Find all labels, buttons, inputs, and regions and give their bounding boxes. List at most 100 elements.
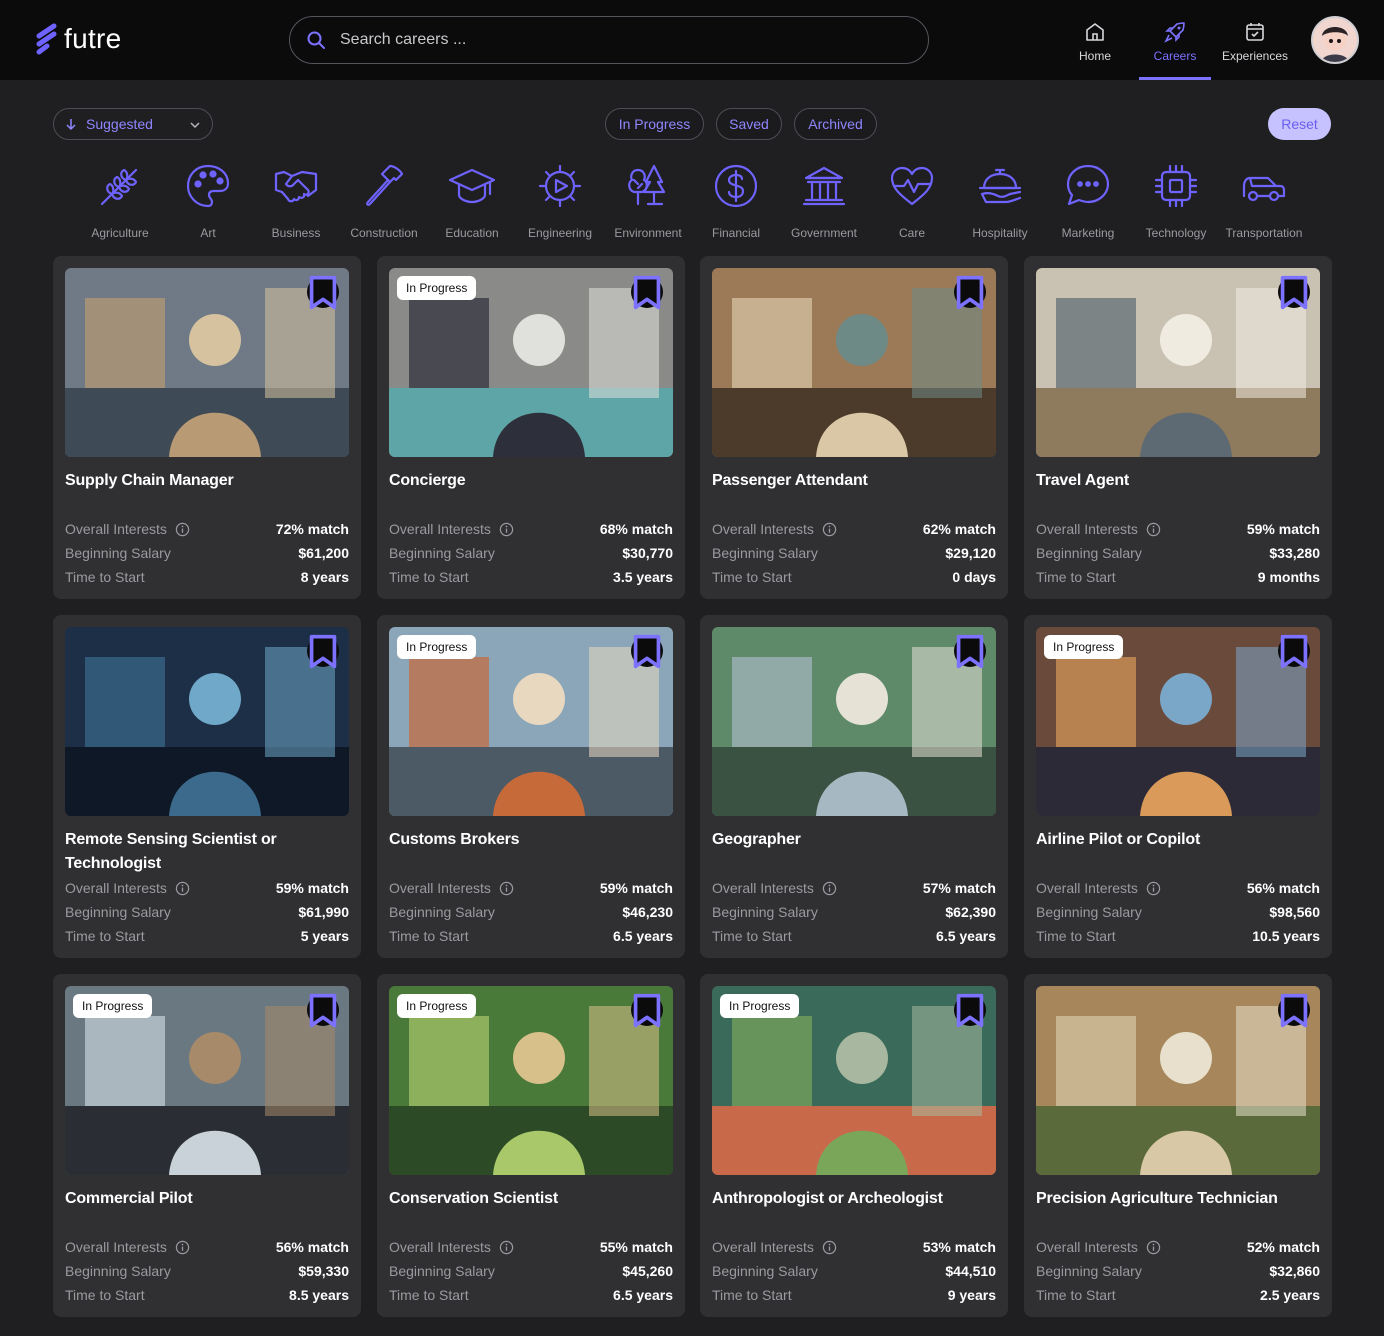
info-icon[interactable]: [175, 522, 190, 537]
info-icon[interactable]: [822, 1240, 837, 1255]
nav-experiences[interactable]: Experiences: [1219, 0, 1291, 80]
info-icon[interactable]: [822, 881, 837, 896]
time-value: 6.5 years: [613, 1287, 673, 1303]
category-financial[interactable]: Financial: [692, 162, 780, 246]
interest-label: Overall Interests: [65, 880, 167, 896]
salary-value: $46,230: [622, 904, 673, 920]
career-card[interactable]: In Progress Airline Pilot or Copilot Ove…: [1024, 615, 1332, 958]
career-card[interactable]: In Progress Commercial Pilot Overall Int…: [53, 974, 361, 1317]
career-card[interactable]: Precision Agriculture Technician Overall…: [1024, 974, 1332, 1317]
category-hospitality[interactable]: Hospitality: [956, 162, 1044, 246]
bookmark-button[interactable]: [307, 634, 339, 668]
time-label: Time to Start: [1036, 1287, 1116, 1303]
career-title: Travel Agent: [1036, 472, 1130, 489]
info-icon[interactable]: [1146, 522, 1161, 537]
bookmark-button[interactable]: [1278, 275, 1310, 309]
category-construction[interactable]: Construction: [340, 162, 428, 246]
nav-home[interactable]: Home: [1059, 0, 1131, 80]
category-engineering[interactable]: Engineering: [516, 162, 604, 246]
bookmark-icon: [1280, 634, 1308, 668]
salary-label: Beginning Salary: [1036, 1263, 1142, 1279]
info-icon[interactable]: [175, 1240, 190, 1255]
time-value: 8.5 years: [289, 1287, 349, 1303]
info-icon[interactable]: [499, 1240, 514, 1255]
time-to-start-row: Time to Start 9 months: [1036, 567, 1320, 587]
time-value: 9 months: [1257, 569, 1320, 585]
career-title: Airline Pilot or Copilot: [1036, 831, 1201, 848]
salary-value: $62,390: [945, 904, 996, 920]
career-title: Commercial Pilot: [65, 1190, 193, 1207]
career-title: Customs Brokers: [389, 831, 520, 848]
career-card[interactable]: In Progress Customs Brokers Overall Inte…: [377, 615, 685, 958]
interest-label: Overall Interests: [389, 880, 491, 896]
bookmark-button[interactable]: [954, 275, 986, 309]
category-business[interactable]: Business: [252, 162, 340, 246]
bookmark-button[interactable]: [954, 993, 986, 1027]
category-marketing[interactable]: Marketing: [1044, 162, 1132, 246]
career-card[interactable]: Geographer Overall Interests 57% match B…: [700, 615, 1008, 958]
info-icon[interactable]: [499, 881, 514, 896]
category-label: Government: [790, 226, 858, 240]
category-agriculture[interactable]: Agriculture: [76, 162, 164, 246]
bookmark-button[interactable]: [631, 993, 663, 1027]
app-logo[interactable]: futre: [36, 22, 122, 56]
bookmark-button[interactable]: [307, 993, 339, 1027]
category-label: Education: [445, 226, 499, 240]
salary-label: Beginning Salary: [389, 545, 495, 561]
category-technology[interactable]: Technology: [1132, 162, 1220, 246]
category-label: Agriculture: [91, 226, 149, 240]
sort-dropdown[interactable]: Suggested: [53, 108, 213, 140]
career-card[interactable]: Remote Sensing Scientist or Technologist…: [53, 615, 361, 958]
bookmark-button[interactable]: [1278, 634, 1310, 668]
salary-value: $59,330: [298, 1263, 349, 1279]
career-card[interactable]: In Progress Concierge Overall Interests …: [377, 256, 685, 599]
time-to-start-row: Time to Start 5 years: [65, 926, 349, 946]
salary-value: $32,860: [1269, 1263, 1320, 1279]
bookmark-icon: [1280, 993, 1308, 1027]
search-input[interactable]: [340, 31, 900, 49]
bookmark-button[interactable]: [631, 275, 663, 309]
info-icon[interactable]: [822, 522, 837, 537]
bookmark-button[interactable]: [631, 634, 663, 668]
time-label: Time to Start: [65, 928, 145, 944]
reset-button[interactable]: Reset: [1268, 108, 1331, 140]
user-avatar[interactable]: [1311, 16, 1359, 64]
salary-value: $61,990: [298, 904, 349, 920]
filter-archived[interactable]: Archived: [794, 108, 877, 140]
info-icon[interactable]: [1146, 881, 1161, 896]
time-to-start-row: Time to Start 8.5 years: [65, 1285, 349, 1305]
career-card[interactable]: Supply Chain Manager Overall Interests 7…: [53, 256, 361, 599]
info-icon[interactable]: [499, 522, 514, 537]
bookmark-button[interactable]: [954, 634, 986, 668]
info-icon[interactable]: [1146, 1240, 1161, 1255]
filter-saved[interactable]: Saved: [716, 108, 782, 140]
career-image: [1036, 986, 1320, 1175]
career-image: In Progress: [712, 986, 996, 1175]
career-card[interactable]: Travel Agent Overall Interests 59% match…: [1024, 256, 1332, 599]
interest-label: Overall Interests: [389, 521, 491, 537]
career-card[interactable]: In Progress Anthropologist or Archeologi…: [700, 974, 1008, 1317]
match-value: 56% match: [1246, 880, 1320, 896]
filter-in-progress[interactable]: In Progress: [605, 108, 704, 140]
bookmark-button[interactable]: [1278, 993, 1310, 1027]
salary-row: Beginning Salary $59,330: [65, 1261, 349, 1281]
category-environment[interactable]: Environment: [604, 162, 692, 246]
search-bar[interactable]: [289, 16, 929, 64]
category-transportation[interactable]: Transportation: [1220, 162, 1308, 246]
time-to-start-row: Time to Start 0 days: [712, 567, 996, 587]
bookmark-icon: [633, 275, 661, 309]
category-government[interactable]: Government: [780, 162, 868, 246]
career-card[interactable]: Passenger Attendant Overall Interests 62…: [700, 256, 1008, 599]
match-value: 55% match: [599, 1239, 673, 1255]
category-care[interactable]: Care: [868, 162, 956, 246]
interest-match-row: Overall Interests 56% match: [65, 1237, 349, 1257]
info-icon[interactable]: [175, 881, 190, 896]
category-education[interactable]: Education: [428, 162, 516, 246]
category-art[interactable]: Art: [164, 162, 252, 246]
bookmark-button[interactable]: [307, 275, 339, 309]
nav-careers[interactable]: Careers: [1139, 0, 1211, 80]
time-value: 8 years: [300, 569, 349, 585]
career-card[interactable]: In Progress Conservation Scientist Overa…: [377, 974, 685, 1317]
salary-label: Beginning Salary: [65, 1263, 171, 1279]
match-value: 72% match: [275, 521, 349, 537]
